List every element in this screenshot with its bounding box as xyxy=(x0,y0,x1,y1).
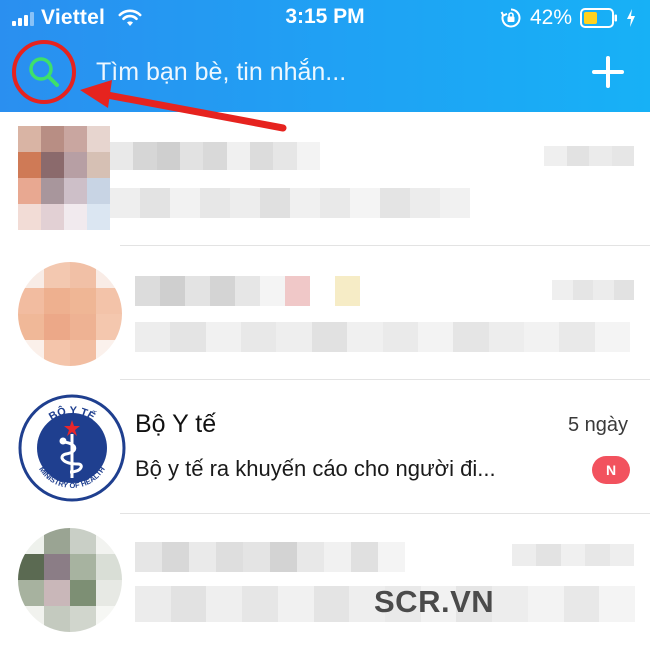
avatar xyxy=(18,262,122,366)
charging-icon xyxy=(627,9,635,27)
blurred-name xyxy=(135,276,360,306)
conversation-name: Bộ Y tế xyxy=(135,410,217,438)
avatar xyxy=(18,126,110,230)
blurred-time xyxy=(552,280,634,300)
battery-percent: 42% xyxy=(529,6,572,29)
blurred-name xyxy=(135,542,405,572)
add-button[interactable] xyxy=(588,52,628,92)
search-input[interactable] xyxy=(96,54,536,90)
unread-badge: N xyxy=(592,456,630,484)
ministry-of-health-logo: BỘ Y TẾ MINISTRY OF HEALTH xyxy=(18,394,126,502)
blurred-time xyxy=(512,544,634,566)
watermark: SCR.VN xyxy=(374,584,495,619)
conversation-item[interactable] xyxy=(0,514,650,648)
status-bar: Viettel 3:15 PM 42% xyxy=(0,0,650,36)
avatar xyxy=(18,528,122,632)
search-bar xyxy=(0,40,650,104)
blurred-name xyxy=(110,142,320,170)
conversation-item[interactable] xyxy=(0,112,650,246)
battery-icon xyxy=(580,8,617,28)
blurred-time xyxy=(544,146,634,166)
conversation-item[interactable] xyxy=(0,246,650,380)
conversation-time: 5 ngày xyxy=(567,414,628,436)
blurred-preview xyxy=(135,322,630,352)
conversation-item-bo-y-te[interactable]: BỘ Y TẾ MINISTRY OF HEALTH Bộ Y tế 5 ngà… xyxy=(0,380,650,514)
status-bar-right: 42% xyxy=(500,6,636,30)
orientation-lock-icon xyxy=(500,8,521,28)
conversation-preview: Bộ y tế ra khuyến cáo cho người đi... xyxy=(135,456,496,481)
blurred-preview xyxy=(110,188,470,218)
highlight-circle xyxy=(12,40,76,104)
search-button[interactable] xyxy=(12,40,76,104)
app-header: Viettel 3:15 PM 42% xyxy=(0,0,650,112)
